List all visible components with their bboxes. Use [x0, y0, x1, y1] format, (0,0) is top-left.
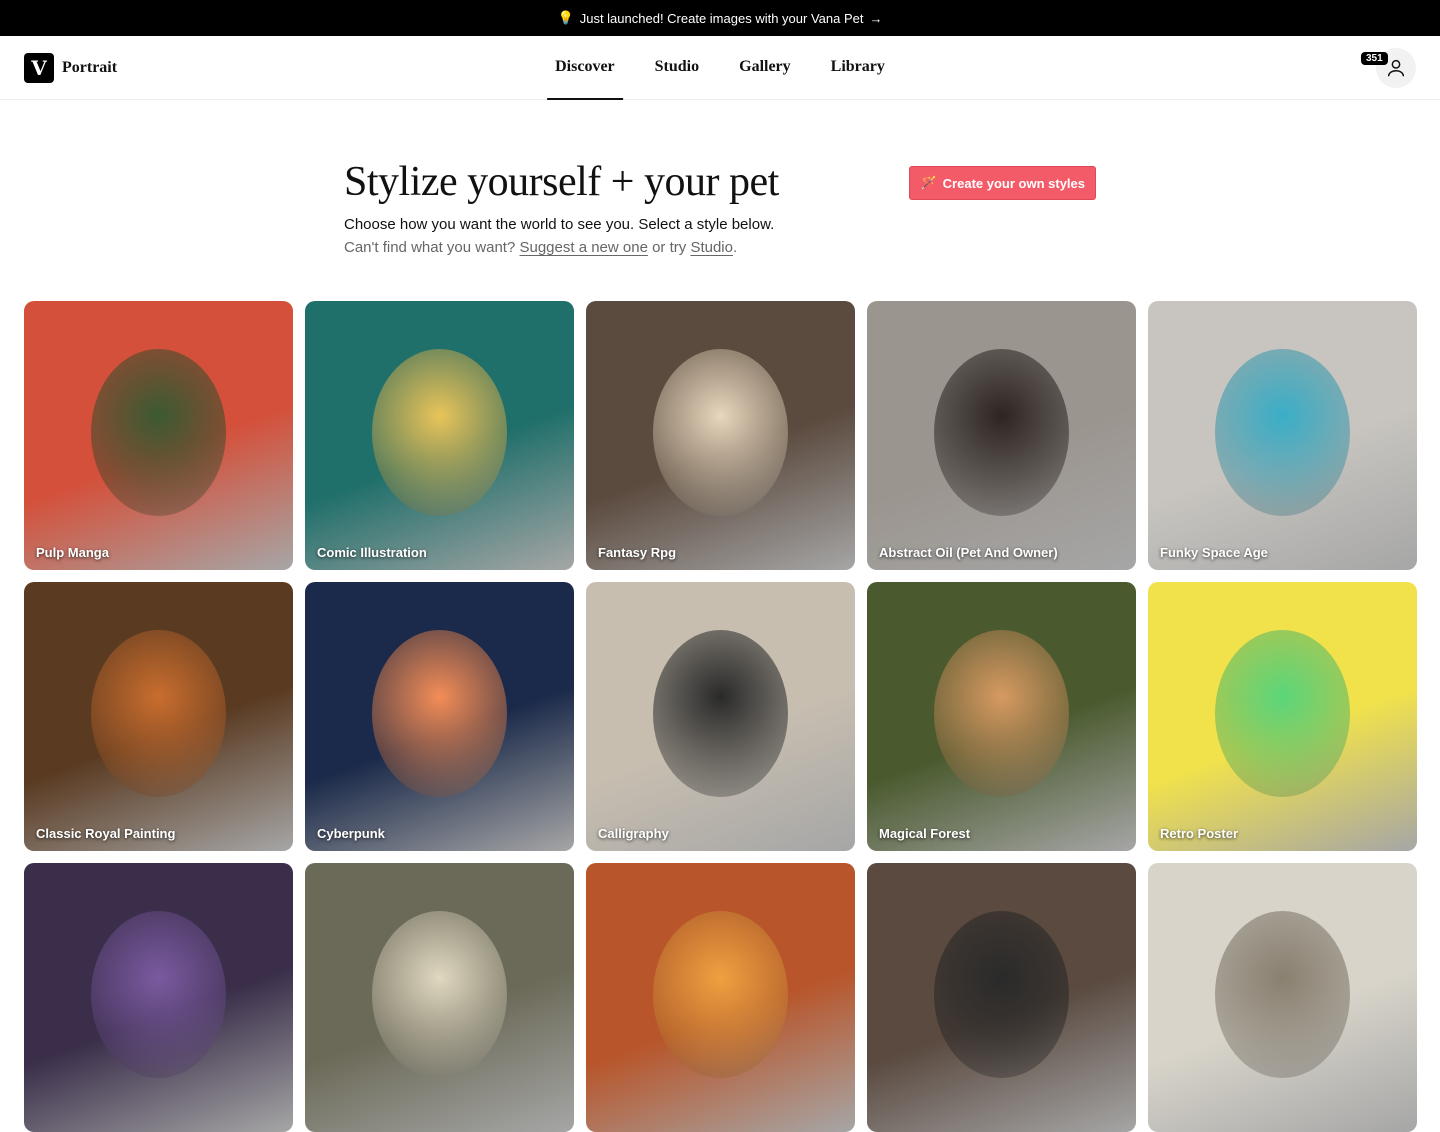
style-preview-image	[653, 630, 788, 798]
style-card[interactable]: Abstract Oil (Pet And Owner)	[867, 301, 1136, 570]
tab-discover[interactable]: Discover	[547, 36, 623, 100]
style-preview-image	[1215, 911, 1350, 1079]
style-card-label: Retro Poster	[1160, 826, 1239, 841]
style-card[interactable]	[586, 863, 855, 1132]
style-card[interactable]: Magical Forest	[867, 582, 1136, 851]
style-card[interactable]: Retro Poster	[1148, 582, 1417, 851]
style-card[interactable]: Fantasy Rpg	[586, 301, 855, 570]
arrow-right-icon: →	[869, 10, 883, 26]
announcement-text: Just launched! Create images with your V…	[579, 10, 864, 26]
style-card-label: Calligraphy	[598, 826, 669, 841]
style-card-label: Abstract Oil (Pet And Owner)	[879, 545, 1058, 560]
style-preview-image	[1215, 349, 1350, 517]
brand-name: Portrait	[62, 58, 118, 76]
credits-badge: 351	[1361, 51, 1388, 65]
style-preview-image	[934, 911, 1069, 1079]
suggest-suffix: .	[732, 239, 738, 256]
style-preview-image	[91, 349, 226, 517]
style-card-label: Cyberpunk	[317, 826, 385, 841]
style-preview-image	[653, 349, 788, 517]
style-card[interactable]: Pulp Manga	[24, 301, 293, 570]
style-preview-image	[372, 911, 507, 1079]
style-card-label: Fantasy Rpg	[598, 545, 677, 560]
user-icon	[1387, 59, 1405, 76]
style-card-label: Pulp Manga	[36, 545, 109, 560]
page-subtitle: Choose how you want the world to see you…	[344, 216, 775, 233]
tab-library[interactable]: Library	[823, 36, 893, 100]
style-preview-image	[1215, 630, 1350, 798]
style-preview-image	[372, 630, 507, 798]
suggest-link[interactable]: Suggest a new one	[519, 239, 647, 256]
style-card-label: Comic Illustration	[317, 545, 427, 560]
style-card[interactable]	[867, 863, 1136, 1132]
style-card[interactable]: Funky Space Age	[1148, 301, 1417, 570]
style-card[interactable]: Calligraphy	[586, 582, 855, 851]
style-preview-image	[934, 349, 1069, 517]
style-card-label: Classic Royal Painting	[36, 826, 176, 841]
suggest-middle: or try	[652, 239, 687, 256]
suggest-text: Can't find what you want? Suggest a new …	[344, 239, 1096, 256]
style-preview-image	[372, 349, 507, 517]
account-button[interactable]: 351	[1361, 47, 1416, 88]
style-preview-image	[653, 911, 788, 1079]
announcement-banner[interactable]: 💡 Just launched! Create images with your…	[0, 0, 1440, 36]
create-styles-button[interactable]: 🪄 Create your own styles	[909, 166, 1096, 200]
style-preview-image	[91, 911, 226, 1079]
tab-studio[interactable]: Studio	[647, 36, 707, 100]
create-styles-label: Create your own styles	[942, 175, 1085, 191]
brand-link[interactable]: V Portrait	[24, 52, 118, 83]
studio-link[interactable]: Studio	[690, 239, 733, 256]
style-card-label: Funky Space Age	[1160, 545, 1268, 560]
top-nav: V Portrait Discover Studio Gallery Libra…	[0, 36, 1440, 100]
tab-gallery[interactable]: Gallery	[731, 36, 799, 100]
logo-icon: V	[24, 52, 54, 83]
nav-tabs: Discover Studio Gallery Library	[547, 36, 893, 100]
suggest-prefix: Can't find what you want?	[344, 239, 516, 256]
style-card[interactable]	[1148, 863, 1417, 1132]
lightbulb-icon: 💡	[557, 10, 574, 25]
style-card[interactable]: Cyberpunk	[305, 582, 574, 851]
magic-wand-icon: 🪄	[920, 175, 937, 190]
announcement-link[interactable]: Just launched! Create images with your V…	[580, 11, 883, 26]
style-card-label: Magical Forest	[879, 826, 971, 841]
style-card[interactable]: Comic Illustration	[305, 301, 574, 570]
styles-grid: Pulp Manga Comic Illustration Fantasy Rpg A…	[24, 301, 1417, 1132]
style-card[interactable]: Classic Royal Painting	[24, 582, 293, 851]
style-preview-image	[934, 630, 1069, 798]
style-card[interactable]	[305, 863, 574, 1132]
style-preview-image	[91, 630, 226, 798]
style-card[interactable]	[24, 863, 293, 1132]
